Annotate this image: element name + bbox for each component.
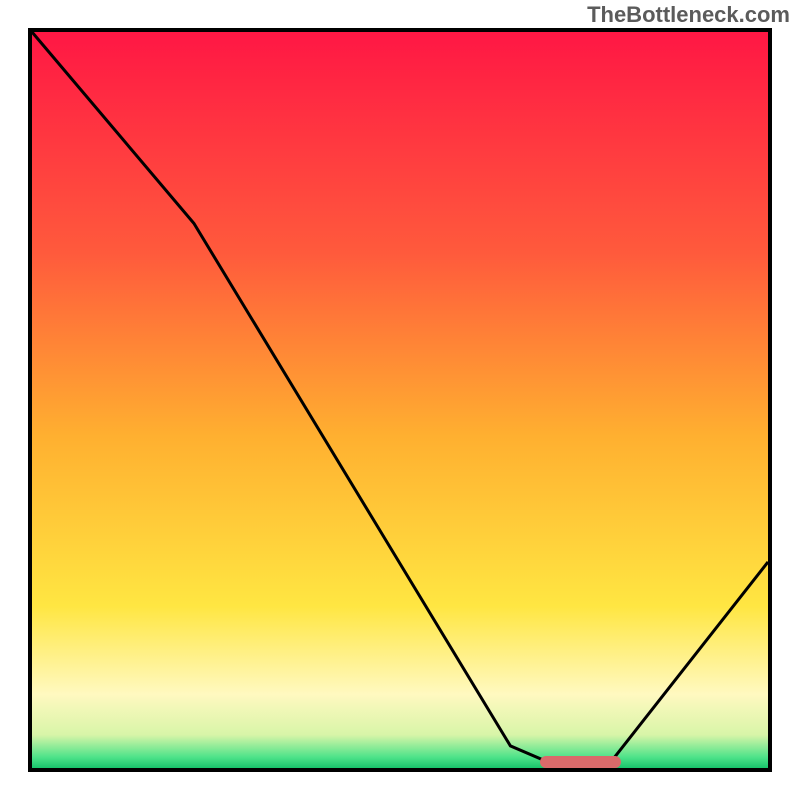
curve-plot	[32, 32, 768, 768]
curve-path	[32, 32, 768, 768]
watermark-text: TheBottleneck.com	[587, 2, 790, 28]
chart-frame	[28, 28, 772, 772]
optimal-marker	[540, 756, 621, 768]
chart-container: TheBottleneck.com	[0, 0, 800, 800]
